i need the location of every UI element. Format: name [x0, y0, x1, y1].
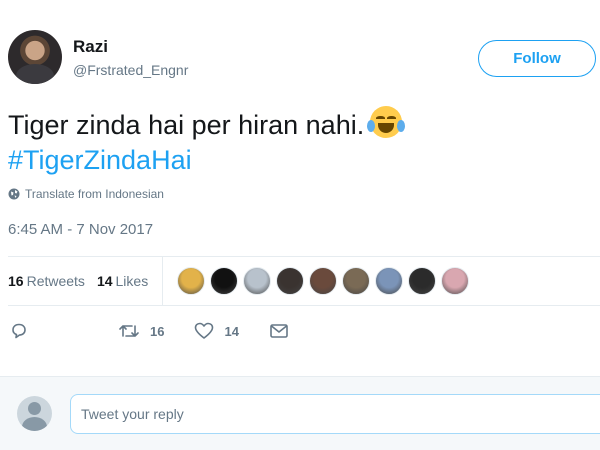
tweet-timestamp[interactable]: 6:45 AM - 7 Nov 2017 [8, 221, 153, 238]
retweets-stat[interactable]: 16 Retweets [8, 273, 85, 289]
like-count: 14 [224, 323, 239, 339]
liker-avatar[interactable] [309, 267, 338, 295]
direct-message-action[interactable] [269, 322, 289, 340]
tweet-actions: 16 14 [10, 318, 319, 344]
retweets-label: Retweets [26, 273, 85, 289]
reply-composer [0, 376, 600, 450]
translate-link[interactable]: Translate from Indonesian [8, 187, 164, 201]
like-action[interactable]: 14 [194, 322, 239, 340]
retweets-count: 16 [8, 273, 24, 289]
follow-button[interactable]: Follow [478, 40, 596, 77]
tweet-text: Tiger zinda hai per hiran nahi. [8, 106, 406, 143]
heart-icon [195, 322, 214, 339]
likes-count: 14 [96, 273, 113, 289]
reply-icon [12, 323, 26, 339]
envelope-icon [270, 324, 288, 338]
likes-label: Likes [115, 273, 149, 289]
stats-divider [162, 256, 164, 306]
hashtag-link[interactable]: #TigerZindaHai [8, 142, 192, 178]
liker-avatar[interactable] [276, 267, 305, 295]
globe-icon [8, 188, 20, 200]
liker-avatar[interactable] [441, 267, 470, 295]
liker-avatar[interactable] [210, 267, 239, 295]
current-user-avatar[interactable] [17, 396, 52, 431]
liker-avatar[interactable] [342, 267, 371, 295]
retweet-count: 16 [150, 323, 165, 339]
tweet-card: Razi @Frstrated_Engnr Follow Tiger zinda… [0, 0, 600, 370]
likes-stat[interactable]: 14 Likes [97, 273, 148, 289]
liker-avatars [177, 267, 470, 295]
stats-bar: 16 Retweets 14 Likes [8, 256, 600, 306]
liker-avatar[interactable] [177, 267, 206, 295]
reply-input[interactable] [70, 394, 600, 434]
translate-label: Translate from Indonesian [25, 187, 164, 201]
liker-avatar[interactable] [375, 267, 404, 295]
face-with-tears-of-joy-icon [367, 106, 406, 138]
author-display-name[interactable]: Razi [73, 37, 108, 57]
retweet-icon [119, 325, 139, 337]
author-avatar[interactable] [8, 30, 62, 84]
reply-action[interactable] [10, 322, 38, 340]
tweet-text-body: Tiger zinda hai per hiran nahi. [8, 110, 365, 140]
author-handle[interactable]: @Frstrated_Engnr [73, 62, 188, 78]
liker-avatar[interactable] [243, 267, 272, 295]
liker-avatar[interactable] [408, 267, 437, 295]
retweet-action[interactable]: 16 [118, 322, 164, 340]
